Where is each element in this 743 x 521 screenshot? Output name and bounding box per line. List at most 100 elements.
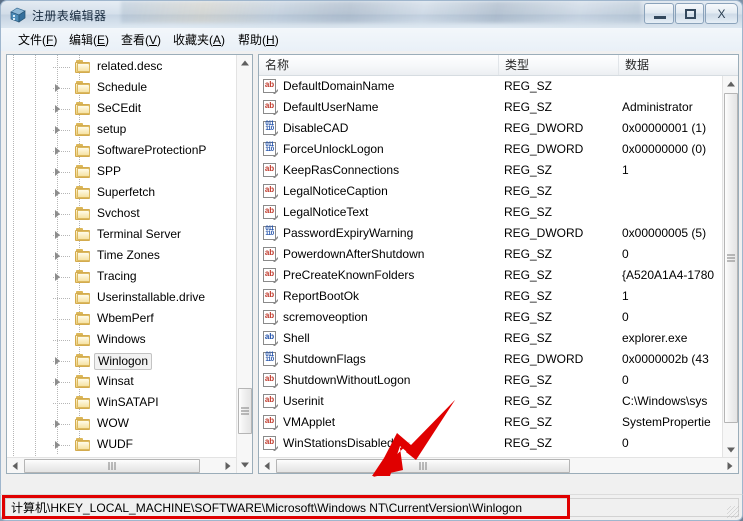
value-name: ReportBootOk [283, 289, 360, 303]
expand-chevron-icon[interactable] [53, 188, 63, 198]
string-glyph: ab [264, 185, 275, 194]
tree-item-svchost[interactable]: Svchost [7, 204, 237, 225]
expand-chevron-icon[interactable] [53, 104, 63, 114]
tree-scrollbar-thumb[interactable] [238, 388, 252, 434]
column-header-data[interactable]: 数据 [619, 55, 738, 75]
resize-grip-icon[interactable] [727, 506, 739, 518]
menu-edit[interactable]: 编辑(E) [64, 31, 114, 49]
value-type: REG_SZ [504, 310, 553, 324]
tree-item-userinstallable-drive[interactable]: Userinstallable.drive [7, 288, 237, 309]
registry-value-row[interactable]: ab PreCreateKnownFolders REG_SZ {A520A1A4-1… [259, 265, 720, 286]
tree-scroll-left-button[interactable] [7, 458, 23, 473]
tree-guide-line [53, 298, 71, 299]
expand-chevron-icon[interactable] [53, 419, 63, 429]
dword-value-icon: 011 110 [263, 352, 279, 368]
value-type: REG_SZ [504, 247, 553, 261]
tree-item-wudf[interactable]: WUDF [7, 435, 237, 456]
registry-value-row[interactable]: 011 110 ForceUnlockLogon REG_DWORD 0x0000000… [259, 139, 720, 160]
tree-item-winsatapi[interactable]: WinSATAPI [7, 393, 237, 414]
registry-value-row[interactable]: ab LegalNoticeText REG_SZ [259, 202, 720, 223]
folder-icon [75, 396, 92, 410]
registry-value-row[interactable]: ab ShutdownWithoutLogon REG_SZ 0 [259, 370, 720, 391]
value-data: 0x00000001 (1) [622, 121, 707, 135]
expand-chevron-icon[interactable] [53, 230, 63, 240]
expand-chevron-icon[interactable] [53, 377, 63, 387]
expand-chevron-icon[interactable] [53, 356, 63, 366]
expand-chevron-icon[interactable] [53, 146, 63, 156]
registry-value-row[interactable]: ab WinStationsDisabled REG_SZ 0 [259, 433, 720, 454]
registry-value-row[interactable]: ab KeepRasConnections REG_SZ 1 [259, 160, 720, 181]
tree-item-tracing[interactable]: Tracing [7, 267, 237, 288]
tree-item-terminal-server[interactable]: Terminal Server [7, 225, 237, 246]
close-button[interactable]: X [705, 3, 738, 24]
registry-path-text: 计算机\HKEY_LOCAL_MACHINE\SOFTWARE\Microsof… [11, 501, 523, 515]
registry-value-row[interactable]: ab LegalNoticeCaption REG_SZ [259, 181, 720, 202]
tree-item-wow[interactable]: WOW [7, 414, 237, 435]
registry-value-row[interactable]: ab ReportBootOk REG_SZ 1 [259, 286, 720, 307]
values-scroll-down-button[interactable] [723, 442, 738, 458]
expand-chevron-icon[interactable] [53, 272, 63, 282]
values-scroll-up-button[interactable] [723, 76, 738, 92]
dword-value-icon: 011 110 [263, 121, 279, 137]
tree-item-spp[interactable]: SPP [7, 162, 237, 183]
maximize-button[interactable] [675, 3, 704, 24]
registry-value-row[interactable]: ab DefaultDomainName REG_SZ [259, 76, 720, 97]
value-name: PasswordExpiryWarning [283, 226, 414, 240]
tree-horizontal-scrollbar[interactable] [7, 457, 236, 473]
expand-chevron-icon[interactable] [53, 251, 63, 261]
registry-value-row[interactable]: 011 110 DisableCAD REG_DWORD 0x00000001 (1) [259, 118, 720, 139]
tree-item-schedule[interactable]: Schedule [7, 78, 237, 99]
registry-value-row[interactable]: 011 110 ShutdownFlags REG_DWORD 0x0000002b (… [259, 349, 720, 370]
registry-value-row[interactable]: ab DefaultUserName REG_SZ Administrator [259, 97, 720, 118]
tree-item-label: SeCEdit [97, 101, 142, 115]
tree-item-label: WUDF [97, 437, 133, 451]
string-value-icon: ab [263, 100, 279, 116]
menu-help[interactable]: 帮助(H) [233, 31, 284, 49]
registry-value-row[interactable]: ab Userinit REG_SZ C:\Windows\sys [259, 391, 720, 412]
expand-chevron-icon[interactable] [53, 209, 63, 219]
registry-value-row[interactable]: ab VMApplet REG_SZ SystemPropertie [259, 412, 720, 433]
tree-item-related-desc[interactable]: related.desc [7, 57, 237, 78]
values-horizontal-scrollbar[interactable] [259, 457, 738, 473]
tree-item-windows[interactable]: Windows [7, 330, 237, 351]
expand-chevron-icon[interactable] [53, 167, 63, 177]
menu-view[interactable]: 查看(V) [116, 31, 166, 49]
values-scrollbar-thumb[interactable] [724, 93, 738, 423]
registry-value-row[interactable]: ab PowerdownAfterShutdown REG_SZ 0 [259, 244, 720, 265]
menu-favorites[interactable]: 收藏夹(A) [168, 31, 230, 49]
menu-file[interactable]: 文件(F) [13, 31, 62, 49]
tree-item-secedit[interactable]: SeCEdit [7, 99, 237, 120]
tree-item-winsat[interactable]: Winsat [7, 372, 237, 393]
column-header-name[interactable]: 名称 [259, 55, 499, 75]
tree-item-superfetch[interactable]: Superfetch [7, 183, 237, 204]
string-value-icon: ab [263, 289, 279, 305]
registry-values-pane[interactable]: 名称 类型 数据 ab DefaultDomainName REG_SZ ab Defa… [258, 54, 739, 474]
expand-chevron-icon[interactable] [53, 83, 63, 93]
tree-scroll-down-button[interactable] [237, 457, 252, 473]
tree-scroll-up-button[interactable] [237, 55, 252, 71]
column-header-type[interactable]: 类型 [499, 55, 619, 75]
minimize-button[interactable] [644, 3, 674, 24]
expand-chevron-icon[interactable] [53, 440, 63, 450]
values-hscrollbar-thumb[interactable] [276, 459, 570, 473]
tree-hscrollbar-thumb[interactable] [24, 459, 200, 473]
tree-item-time-zones[interactable]: Time Zones [7, 246, 237, 267]
tree-vertical-scrollbar[interactable] [236, 55, 252, 473]
tree-item-winlogon[interactable]: Winlogon [7, 351, 237, 372]
registry-value-row[interactable]: ab scremoveoption REG_SZ 0 [259, 307, 720, 328]
tree-item-setup[interactable]: setup [7, 120, 237, 141]
value-type: REG_SZ [504, 289, 553, 303]
values-scroll-right-button[interactable] [722, 458, 738, 473]
registry-value-row[interactable]: ab Shell REG_SZ explorer.exe [259, 328, 720, 349]
registry-value-row[interactable]: 011 110 PasswordExpiryWarning REG_DWORD 0x00… [259, 223, 720, 244]
tree-item-softwareprotectionp[interactable]: SoftwareProtectionP [7, 141, 237, 162]
tree-scroll-right-button[interactable] [220, 458, 236, 473]
tree-item-label: Winsat [97, 374, 134, 388]
expand-chevron-icon[interactable] [53, 125, 63, 135]
registry-tree-pane[interactable]: related.desc Schedule SeCEdit setup Software… [6, 54, 253, 474]
values-vertical-scrollbar[interactable] [722, 76, 738, 458]
tree-item-wbemperf[interactable]: WbemPerf [7, 309, 237, 330]
values-scroll-left-button[interactable] [259, 458, 275, 473]
string-value-icon: ab [263, 205, 279, 221]
value-type: REG_SZ [504, 268, 553, 282]
